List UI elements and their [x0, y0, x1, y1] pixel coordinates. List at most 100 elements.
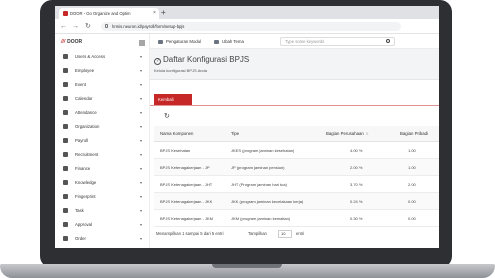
chevron-down-icon: ▾ — [140, 82, 143, 87]
reload-icon[interactable]: ↻ — [85, 21, 91, 32]
sidebar-item-label: Attendance — [75, 110, 97, 115]
sidebar-item-approval[interactable]: Approval ▾ — [55, 218, 150, 232]
page-subtitle: Kelola konfigurasi BPJS Anda — [154, 68, 207, 73]
table-row[interactable]: BPJS Ketenagakerjaan - JKM JKM (program j… — [154, 210, 439, 227]
attendance-icon — [63, 110, 68, 115]
table-cell: 0.24 % — [350, 199, 363, 204]
sidebar-item-organization[interactable]: Organization ▾ — [55, 120, 150, 134]
table-cell: 0.00 — [408, 216, 416, 221]
sidebar-item-payroll[interactable]: Payroll ▾ — [55, 134, 150, 148]
lock-icon — [105, 24, 108, 28]
module-settings-link[interactable]: Pengaturan Modul — [158, 34, 201, 49]
browser-tab[interactable]: DOOR - Go Organize and Optim × — [59, 8, 159, 19]
table-row[interactable]: BPJS Ketenagakerjaan - JHT JHT (Program j… — [154, 176, 439, 193]
table-row[interactable]: BPJS Kesehatan JKES (program jaminan kese… — [154, 142, 439, 159]
col-nama-komponen[interactable]: Nama Komponen — [160, 126, 193, 142]
sidebar-item-event[interactable]: Event ▾ — [55, 78, 150, 92]
table-cell: 0.00 — [408, 199, 416, 204]
favicon-icon — [63, 11, 68, 16]
table-cell: BPJS Kesehatan — [160, 148, 191, 153]
top-bar: Pengaturan Modul Ubah Tema Type some key… — [150, 34, 439, 49]
chevron-down-icon: ▾ — [140, 68, 143, 73]
close-tab-icon[interactable]: × — [153, 8, 156, 19]
logo-mark: /// — [61, 39, 66, 45]
sidebar-item-label: Task — [75, 208, 84, 213]
search-input[interactable]: Type some keywords — [280, 37, 395, 46]
forward-icon[interactable]: → — [72, 21, 79, 32]
chevron-down-icon: ▾ — [140, 96, 143, 101]
table-cell: BPJS Ketenagakerjaan - JKM — [160, 216, 213, 221]
browser-navbar: ← → ↻ hrmis.neuron.id/payroll/form/setup… — [55, 19, 439, 34]
chevron-down-icon: ▾ — [140, 110, 143, 115]
entries-label: entri — [296, 231, 305, 236]
sidebar-item-knowledge[interactable]: Knowledge ▾ — [55, 176, 150, 190]
sidebar-item-label: Organization — [75, 124, 100, 129]
sort-icon: ⇅ — [365, 132, 369, 136]
page-size-select[interactable]: 10 — [278, 230, 292, 238]
sidebar-item-recruitment[interactable]: Recruitment ▾ — [55, 148, 150, 162]
search-placeholder: Type some keywords — [285, 39, 325, 44]
table-cell: JP (program jaminan pensiun) — [231, 165, 285, 170]
main-content: ? Daftar Konfigurasi BPJS Kelola konfigur… — [150, 49, 439, 248]
change-theme-label: Ubah Tema — [222, 39, 244, 44]
address-bar[interactable]: hrmis.neuron.id/payroll/form/setup-bpjs — [101, 22, 401, 31]
table-cell: 1.00 — [408, 148, 416, 153]
entries-info: Menampilkan 1 sampai 5 dari 5 entri — [156, 231, 224, 236]
chevron-down-icon: ▾ — [140, 124, 143, 129]
chevron-down-icon: ▾ — [140, 166, 143, 171]
fingerprint-icon — [63, 194, 68, 199]
order-icon — [63, 236, 68, 241]
change-theme-link[interactable]: Ubah Tema — [214, 34, 244, 49]
sidebar-item-label: Finance — [75, 166, 91, 171]
header-label: Bagian Perusahaan — [326, 131, 364, 136]
app-logo[interactable]: ///DOOR — [61, 37, 82, 47]
sidebar-item-attendance[interactable]: Attendance ▾ — [55, 106, 150, 120]
sidebar-item-label: Recruitment — [75, 152, 99, 157]
sidebar-item-finance[interactable]: Finance ▾ — [55, 162, 150, 176]
table-cell: 3.70 % — [350, 182, 363, 187]
tab-title: DOOR - Go Organize and Optim — [70, 11, 131, 16]
sidebar-item-employee[interactable]: Employee ▾ — [55, 64, 150, 78]
chevron-down-icon: ▾ — [140, 54, 143, 59]
table-cell: BPJS Ketenagakerjaan - JP — [160, 165, 210, 170]
url-text: hrmis.neuron.id/payroll/form/setup-bpjs — [112, 24, 185, 29]
sidebar-item-label: Calendar — [75, 96, 93, 101]
search-icon[interactable] — [386, 39, 390, 43]
page-title: ? Daftar Konfigurasi BPJS — [154, 55, 249, 65]
col-bagian-perusahaan[interactable]: Bagian Perusahaan ⇅ — [326, 126, 369, 142]
sidebar-item-calendar[interactable]: Calendar ▾ — [55, 92, 150, 106]
apps-grid-icon[interactable] — [139, 40, 145, 46]
sidebar-item-fingerprint[interactable]: Fingerprint ▾ — [55, 190, 150, 204]
back-icon[interactable]: ← — [60, 21, 67, 32]
module-settings-label: Pengaturan Modul — [166, 39, 202, 44]
table-header: Nama Komponen Tipe Bagian Perusahaan ⇅ Ba… — [154, 126, 439, 142]
knowledge-icon — [63, 180, 68, 185]
back-button[interactable]: Kembali — [154, 94, 192, 105]
calendar-icon — [63, 96, 68, 101]
new-tab-button[interactable]: + — [161, 7, 166, 18]
finance-icon — [63, 166, 68, 171]
divider — [150, 105, 439, 106]
table-row[interactable]: BPJS Ketenagakerjaan - JP JP (program jam… — [154, 159, 439, 176]
table-cell: 1.00 — [408, 165, 416, 170]
table-cell: JKES (program jaminan kesehatan) — [231, 148, 295, 153]
page-size-label: Tampilkan — [248, 231, 267, 236]
refresh-icon[interactable]: ↻ — [164, 113, 170, 121]
sidebar-item-task[interactable]: Task ▾ — [55, 204, 150, 218]
sidebar-item-label: Users & Access — [75, 54, 106, 59]
col-tipe[interactable]: Tipe — [231, 126, 239, 142]
organization-icon — [63, 124, 68, 129]
table-cell: BPJS Ketenagakerjaan - JKK — [160, 199, 213, 204]
sidebar-item-order[interactable]: Order ▾ — [55, 232, 150, 246]
task-icon — [63, 208, 68, 213]
employee-icon — [63, 68, 68, 73]
chevron-down-icon: ▾ — [140, 208, 143, 213]
sidebar-item-users-access[interactable]: Users & Access ▾ — [55, 50, 150, 64]
table-footer: Menampilkan 1 sampai 5 dari 5 entri Tamp… — [154, 226, 439, 242]
table-cell: JKM (program jaminan kematian) — [231, 216, 291, 221]
sidebar-item-label: Approval — [75, 222, 92, 227]
browser-tabbar: DOOR - Go Organize and Optim × + — [55, 6, 439, 19]
col-bagian-pribadi[interactable]: Bagian Pribadi — [400, 126, 428, 142]
table-row[interactable]: BPJS Ketenagakerjaan - JKK JKK (program j… — [154, 193, 439, 210]
page-title-text: Daftar Konfigurasi BPJS — [163, 55, 250, 64]
